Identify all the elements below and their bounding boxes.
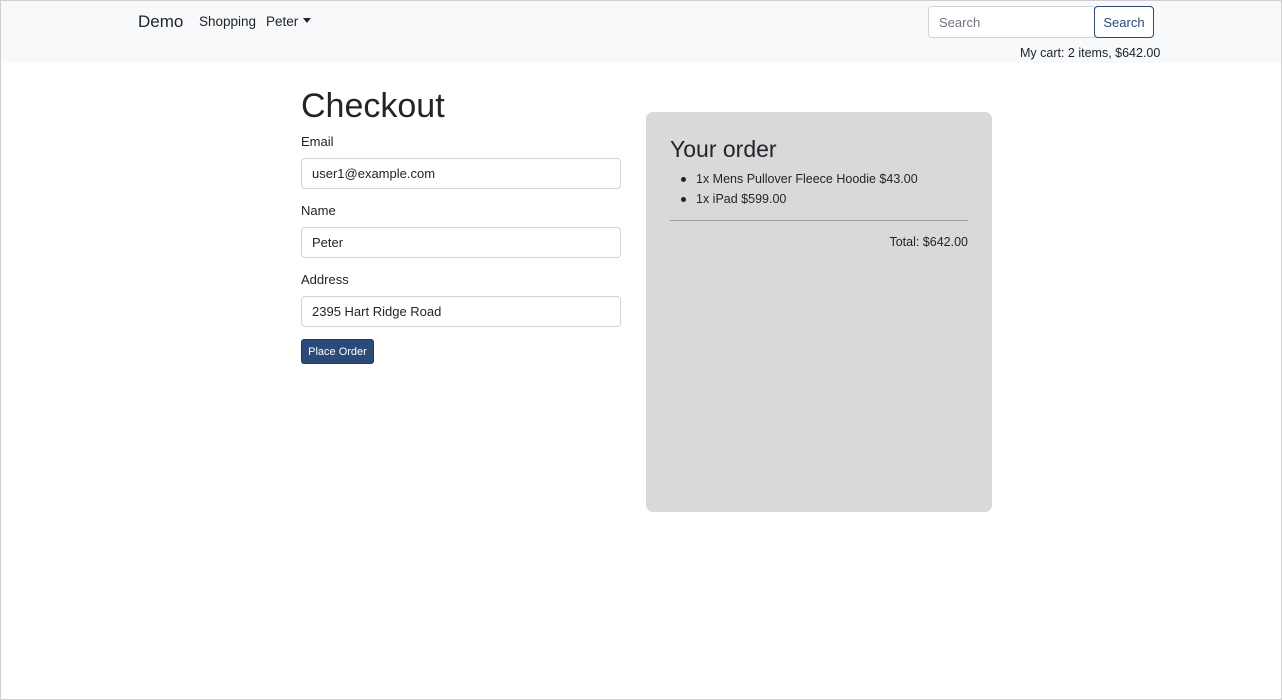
nav-link-shopping[interactable]: Shopping (199, 14, 256, 29)
order-total: Total: $642.00 (889, 235, 968, 249)
search-input[interactable] (928, 6, 1095, 38)
email-label: Email (301, 134, 334, 149)
order-summary-panel: Your order 1x Mens Pullover Fleece Hoodi… (646, 112, 992, 512)
page-title: Checkout (301, 87, 445, 125)
order-divider (670, 220, 968, 221)
order-items-list: 1x Mens Pullover Fleece Hoodie $43.00 1x… (670, 169, 968, 209)
navbar: Demo Shopping Peter Search My cart: 2 it… (1, 1, 1281, 63)
name-label: Name (301, 203, 336, 218)
brand-link[interactable]: Demo (138, 12, 183, 32)
order-title: Your order (670, 136, 777, 162)
order-item: 1x iPad $599.00 (670, 189, 968, 209)
order-item: 1x Mens Pullover Fleece Hoodie $43.00 (670, 169, 968, 189)
page: Demo Shopping Peter Search My cart: 2 it… (0, 0, 1282, 700)
email-field[interactable] (301, 158, 621, 189)
address-label: Address (301, 272, 349, 287)
cart-summary[interactable]: My cart: 2 items, $642.00 (1020, 46, 1160, 60)
place-order-button[interactable]: Place Order (301, 339, 374, 364)
user-menu-dropdown[interactable]: Peter (266, 14, 312, 29)
caret-down-icon (303, 18, 312, 23)
user-menu-label: Peter (266, 14, 299, 29)
search-button[interactable]: Search (1094, 6, 1154, 38)
name-field[interactable] (301, 227, 621, 258)
address-field[interactable] (301, 296, 621, 327)
